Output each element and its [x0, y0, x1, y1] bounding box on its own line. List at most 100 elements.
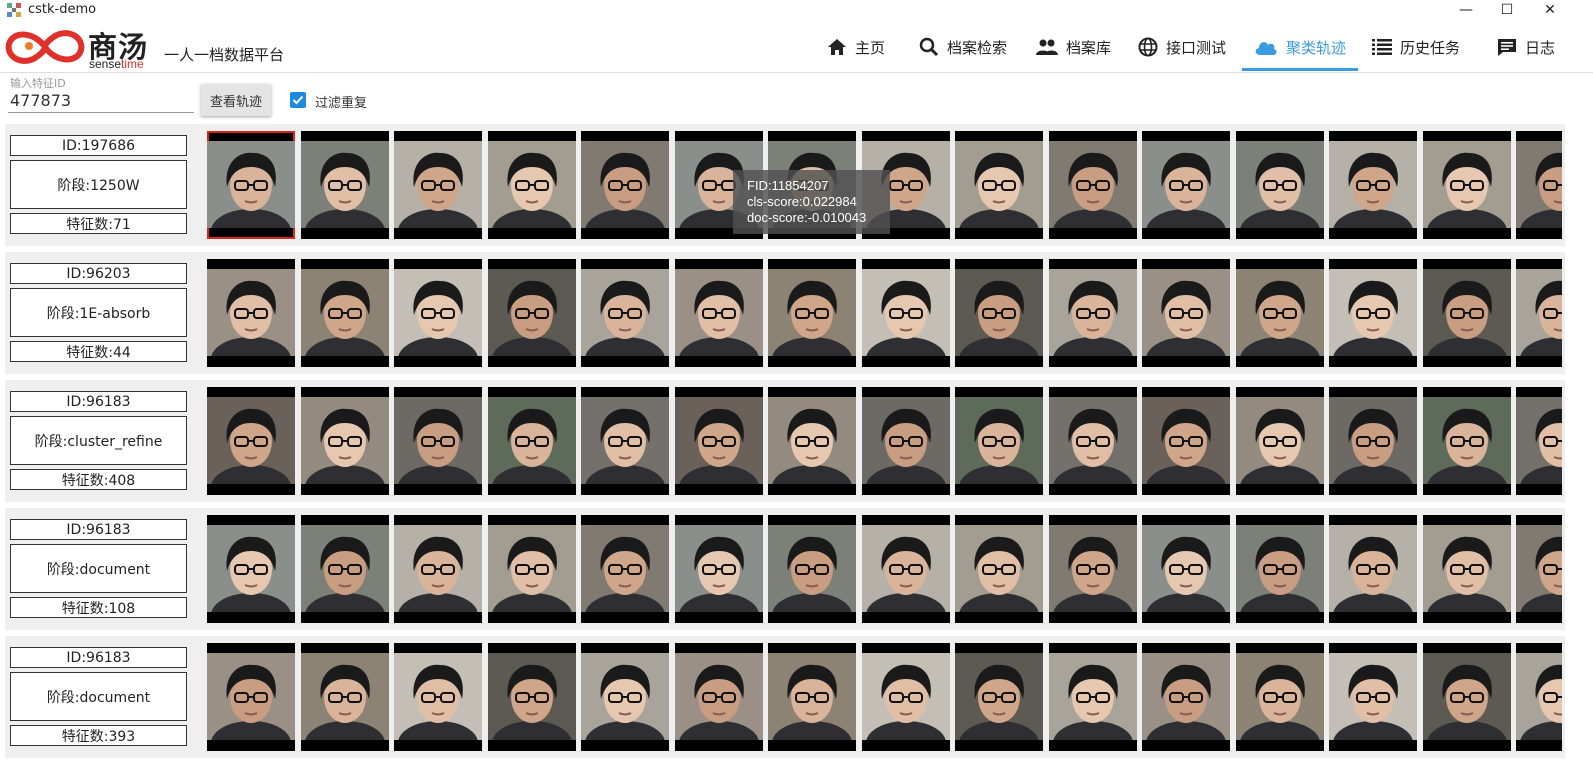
face-thumbnail[interactable] — [768, 259, 856, 367]
face-thumbnail[interactable] — [861, 515, 950, 623]
nav-archive-library[interactable]: 档案库 — [1036, 22, 1111, 72]
face-thumbnail[interactable] — [207, 259, 295, 367]
face-thumbnail[interactable] — [861, 387, 950, 495]
face-thumbnail[interactable] — [1329, 515, 1417, 623]
face-thumbnail[interactable] — [861, 259, 950, 367]
face-thumbnail[interactable] — [1329, 387, 1417, 495]
face-thumbnail[interactable] — [487, 643, 576, 751]
face-thumbnail[interactable] — [581, 387, 669, 495]
close-button[interactable]: ✕ — [1530, 0, 1570, 20]
feature-id-input[interactable] — [8, 88, 194, 113]
face-thumbnail[interactable] — [207, 515, 295, 623]
face-thumbnail[interactable] — [581, 643, 669, 751]
face-image — [678, 280, 759, 356]
face-thumbnail[interactable] — [1329, 259, 1417, 367]
face-thumbnail[interactable] — [768, 515, 856, 623]
face-thumbnail[interactable] — [1048, 259, 1137, 367]
face-thumbnail[interactable] — [1048, 387, 1137, 495]
face-thumbnail[interactable] — [1516, 387, 1562, 495]
nav-home[interactable]: 主页 — [827, 22, 885, 72]
face-thumbnail[interactable] — [581, 259, 669, 367]
face-thumbnail[interactable] — [1142, 131, 1230, 239]
face-image — [959, 152, 1039, 228]
face-thumbnail[interactable] — [394, 259, 482, 367]
face-thumbnail[interactable] — [1329, 643, 1417, 751]
face-thumbnail[interactable] — [1142, 259, 1230, 367]
face-thumbnail[interactable] — [674, 643, 763, 751]
cluster-stage: 阶段:cluster_refine — [10, 416, 187, 465]
face-thumbnail[interactable] — [1048, 131, 1137, 239]
minimize-button[interactable]: — — [1446, 0, 1486, 20]
face-thumbnail[interactable] — [861, 643, 950, 751]
face-thumbnail[interactable] — [1142, 643, 1230, 751]
face-thumbnail[interactable] — [955, 259, 1043, 367]
face-thumbnail[interactable] — [1235, 259, 1324, 367]
face-image — [1239, 536, 1320, 612]
face-thumbnail[interactable] — [1516, 131, 1562, 239]
face-thumbnail[interactable] — [1422, 259, 1511, 367]
face-image — [585, 152, 665, 228]
face-image — [304, 536, 385, 612]
face-thumbnail[interactable] — [955, 515, 1043, 623]
face-thumbnail[interactable] — [487, 259, 576, 367]
nav-archive-search[interactable]: 档案检索 — [919, 22, 1007, 72]
face-image — [491, 408, 572, 484]
nav-history-tasks[interactable]: 历史任务 — [1372, 22, 1460, 72]
nav-cluster-trace[interactable]: 聚类轨迹 — [1254, 22, 1346, 72]
face-thumbnail[interactable] — [300, 643, 389, 751]
face-thumbnail[interactable] — [674, 515, 763, 623]
face-thumbnail[interactable] — [1422, 131, 1511, 239]
face-thumbnail[interactable] — [1516, 643, 1562, 751]
face-thumbnail[interactable] — [300, 515, 389, 623]
face-thumbnail[interactable] — [207, 131, 295, 239]
face-thumbnail[interactable] — [1142, 515, 1230, 623]
window-title: cstk-demo — [28, 2, 97, 17]
face-image — [959, 280, 1039, 356]
face-thumbnail[interactable] — [207, 643, 295, 751]
face-thumbnail[interactable] — [394, 387, 482, 495]
filter-duplicates-checkbox[interactable] — [290, 92, 306, 108]
face-image — [585, 408, 665, 484]
cluster-stage: 阶段:document — [10, 544, 187, 593]
face-thumbnail[interactable] — [1048, 515, 1137, 623]
face-thumbnail[interactable] — [487, 387, 576, 495]
face-thumbnail[interactable] — [1235, 643, 1324, 751]
maximize-button[interactable]: ☐ — [1487, 0, 1527, 20]
face-thumbnail[interactable] — [1516, 259, 1562, 367]
face-thumbnail[interactable] — [955, 131, 1043, 239]
nav-api-test[interactable]: 接口测试 — [1138, 22, 1226, 72]
face-thumbnail[interactable] — [1142, 387, 1230, 495]
face-thumbnail[interactable] — [300, 387, 389, 495]
face-image — [585, 536, 665, 612]
face-image — [211, 280, 291, 356]
face-thumbnail[interactable] — [1329, 131, 1417, 239]
face-thumbnail[interactable] — [581, 131, 669, 239]
face-thumbnail[interactable] — [955, 643, 1043, 751]
face-thumbnail[interactable] — [487, 131, 576, 239]
face-thumbnail[interactable] — [1235, 131, 1324, 239]
face-thumbnail[interactable] — [768, 387, 856, 495]
face-thumbnail[interactable] — [394, 643, 482, 751]
face-image — [1520, 280, 1562, 356]
face-thumbnail[interactable] — [1235, 387, 1324, 495]
maximize-icon: ☐ — [1500, 2, 1514, 18]
face-thumbnail[interactable] — [394, 131, 482, 239]
face-thumbnail[interactable] — [487, 515, 576, 623]
face-thumbnail[interactable] — [300, 131, 389, 239]
face-thumbnail[interactable] — [1422, 387, 1511, 495]
face-thumbnail[interactable] — [1516, 515, 1562, 623]
face-thumbnail[interactable] — [394, 515, 482, 623]
face-thumbnail[interactable] — [300, 259, 389, 367]
face-thumbnail[interactable] — [674, 387, 763, 495]
face-thumbnail[interactable] — [768, 643, 856, 751]
face-thumbnail[interactable] — [1048, 643, 1137, 751]
face-thumbnail[interactable] — [1422, 515, 1511, 623]
face-thumbnail[interactable] — [207, 387, 295, 495]
view-trace-button[interactable]: 查看轨迹 — [201, 84, 271, 116]
face-thumbnail[interactable] — [955, 387, 1043, 495]
face-thumbnail[interactable] — [1422, 643, 1511, 751]
face-thumbnail[interactable] — [581, 515, 669, 623]
nav-log[interactable]: 日志 — [1497, 22, 1555, 72]
face-thumbnail[interactable] — [1235, 515, 1324, 623]
face-thumbnail[interactable] — [674, 259, 763, 367]
